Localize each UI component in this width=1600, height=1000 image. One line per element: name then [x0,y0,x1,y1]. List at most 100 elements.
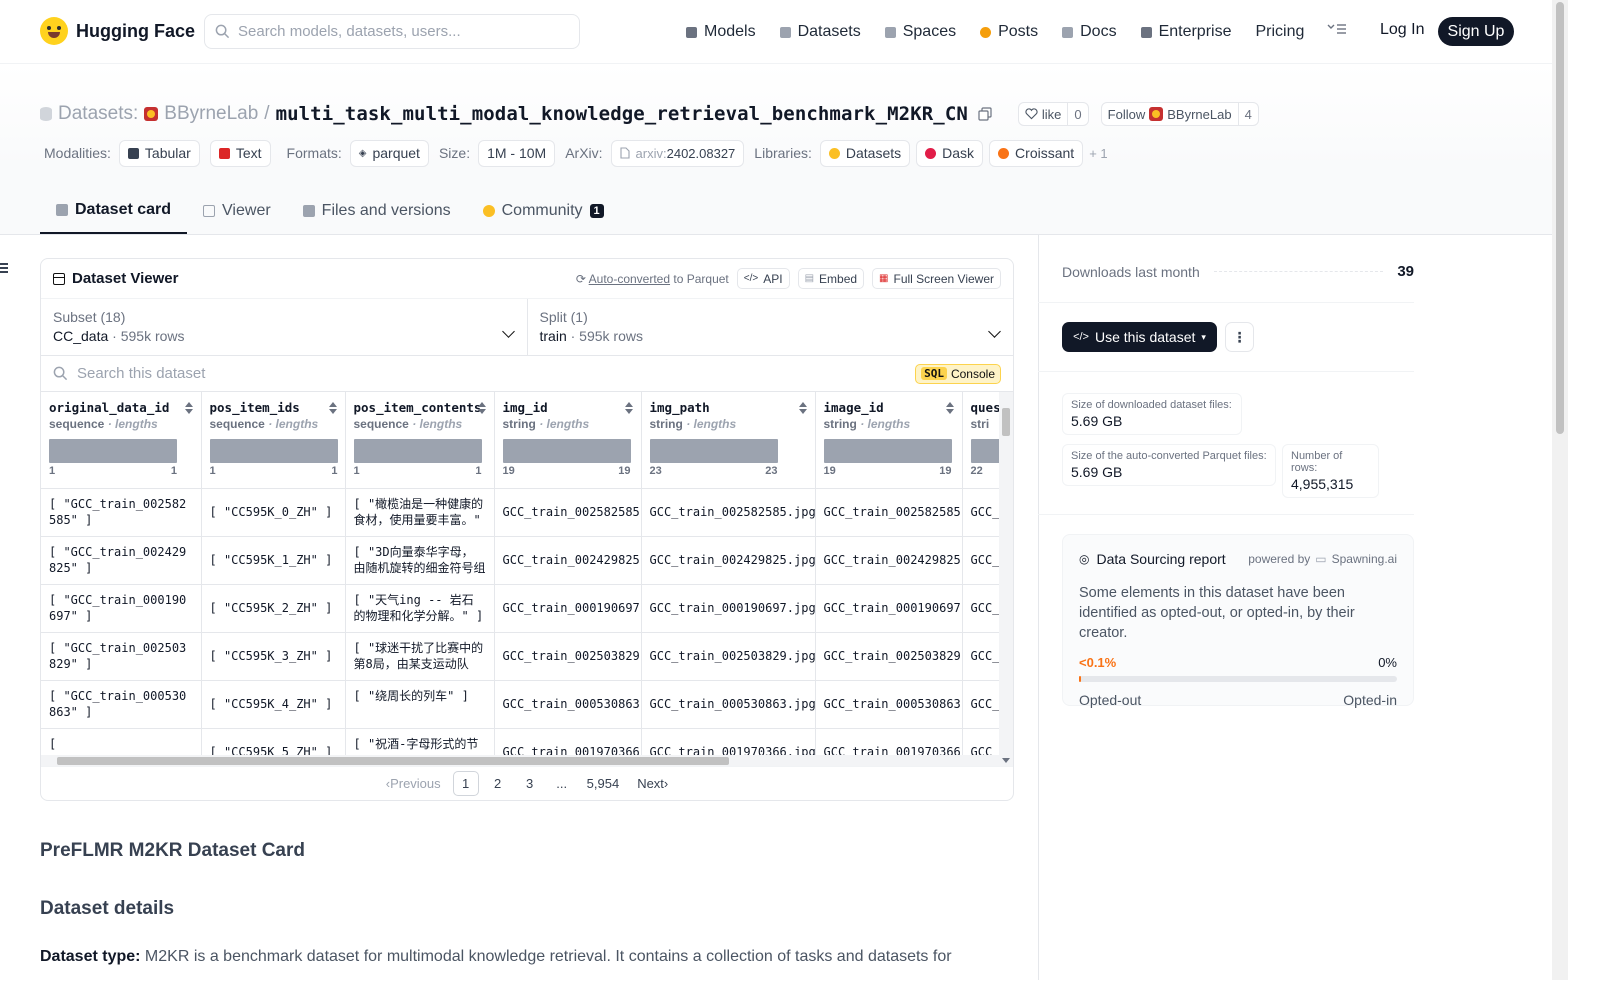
brand-logo[interactable]: Hugging Face [40,17,195,45]
table-cell[interactable]: [ "天气ing -- 岩石的物理和化学分解。" ] [345,584,495,633]
tab-viewer[interactable]: Viewer [187,188,287,234]
fullscreen-viewer-button[interactable]: ▦ Full Screen Viewer [872,268,1001,289]
table-cell[interactable]: [ "CC595K_4_ZH" ] [201,680,346,729]
table-cell[interactable]: [ "GCC_train_002503829" ] [41,632,202,681]
page-button[interactable]: 2 [485,771,511,796]
column-header-img-path[interactable]: img_path string · lengths 23 23 [641,392,816,489]
table-cell[interactable]: GCC_train_000190697 [494,584,642,633]
nav-link-docs[interactable]: Docs [1062,23,1117,41]
table-cell[interactable]: [ "CC595K_1_ZH" ] [201,536,346,585]
table-cell[interactable]: [ "绕周长的列车" ] [345,680,495,729]
use-dataset-button[interactable]: </> Use this dataset ▾ [1062,322,1217,352]
dataset-table-container[interactable]: original_data_id sequence · lengths 1 1 pos_… [41,392,1013,767]
org-link[interactable]: BByrneLab [164,103,258,125]
api-button[interactable]: </> API [736,268,790,289]
vertical-scrollbar[interactable] [999,392,1013,767]
format-chip-parquet[interactable]: ◈ parquet [349,139,429,167]
sort-icon[interactable] [184,402,193,414]
tab-files-and-versions[interactable]: Files and versions [287,188,467,234]
sort-icon[interactable] [328,402,337,414]
library-chip-dask[interactable]: Dask [916,139,984,167]
sort-icon[interactable] [624,402,633,414]
table-cell[interactable]: [ "球迷干扰了比赛中的第8局，由某支运动队在" ] [345,632,495,681]
next-page-button[interactable]: Next › [631,771,674,796]
subset-select[interactable]: Subset (18) CC_data · 595k rows [41,299,527,355]
global-search-input[interactable]: Search models, datasets, users... [204,14,580,49]
table-cell[interactable]: GCC_train_002503829 [494,632,642,681]
embed-button[interactable]: ▤ Embed [797,268,865,289]
scroll-down-icon[interactable] [1002,758,1010,763]
more-menu-icon[interactable] [1327,21,1347,37]
library-chip-croissant[interactable]: Croissant [989,139,1084,167]
modality-chip-tabular[interactable]: Tabular [118,139,200,167]
sort-icon[interactable] [477,402,486,414]
table-cell[interactable]: [ "CC595K_3_ZH" ] [201,632,346,681]
nav-link-spaces[interactable]: Spaces [884,23,956,41]
page-scroll-thumb[interactable] [1556,2,1564,434]
vertical-scroll-thumb[interactable] [1002,408,1010,436]
signup-button[interactable]: Sign Up [1438,17,1514,46]
table-cell[interactable]: GCC_train_002503829.jpg [641,632,816,681]
table-cell[interactable]: GCC_train_000190697.jpg [641,584,816,633]
page-button[interactable]: 1 [452,771,479,796]
page-button[interactable]: 3 [517,771,543,796]
sort-icon[interactable] [798,402,807,414]
column-header-img-id[interactable]: img_id string · lengths 19 19 [494,392,642,489]
table-cell[interactable]: [ "3D向量泰华字母，由随机旋转的细金符号组成" ] [345,536,495,585]
table-cell[interactable]: GCC_train_002582585.jpg [641,488,816,537]
nav-link-datasets[interactable]: Datasets [779,23,861,41]
table-cell[interactable]: GCC_train_000190697 [815,584,963,633]
follow-button[interactable]: Follow BByrneLab 4 [1100,102,1259,126]
arxiv-chip[interactable]: arxiv:2402.08327 [610,139,745,167]
table-cell[interactable]: GCC_train_000530863 [815,680,963,729]
table-cell[interactable]: GCC_train_000530863 [494,680,642,729]
table-cell[interactable]: GCC_train_000530863.jpg [641,680,816,729]
table-cell[interactable]: GCC_train_002429825 [494,536,642,585]
table-cell[interactable]: [ "GCC_train_002429825" ] [41,536,202,585]
nav-link-posts[interactable]: Posts [980,23,1038,41]
modality-chip-text[interactable]: Text [209,139,271,167]
previous-page-button[interactable]: ‹ Previous [380,771,447,796]
table-cell[interactable]: GCC_train_002429825.jpg [641,536,816,585]
table-cell[interactable]: GCC_train_002582585 [494,488,642,537]
more-options-button[interactable]: ⋮ [1225,322,1254,352]
table-cell[interactable]: GCC_train_002582585 [815,488,963,537]
table-cell[interactable]: GCC_train_002429825 [815,536,963,585]
page-button[interactable]: 5,954 [581,771,626,796]
column-header-pos-item-ids[interactable]: pos_item_ids sequence · lengths 1 1 [201,392,346,489]
table-cell[interactable]: [ "GCC_train_000530863" ] [41,680,202,729]
table-row[interactable]: [ "GCC_train_002429825" ] [ "CC595K_1_ZH"… [41,536,1013,585]
dataset-search-input[interactable]: Search this dataset SQL Console [41,356,1013,392]
table-cell[interactable]: [ "CC595K_2_ZH" ] [201,584,346,633]
table-cell[interactable]: [ "橄榄油是一种健康的食材，使用量要丰富。" ] [345,488,495,537]
column-header-original-data-id[interactable]: original_data_id sequence · lengths 1 1 [41,392,202,489]
sidebar-toggle-icon[interactable] [0,263,8,275]
sort-icon[interactable] [945,402,954,414]
powered-by[interactable]: powered by ▭ Spawning.ai [1248,552,1397,566]
table-cell[interactable]: GCC_train_002503829 [815,632,963,681]
more-libraries[interactable]: + 1 [1089,146,1107,161]
table-cell[interactable]: [ "GCC_train_002582585" ] [41,488,202,537]
like-button[interactable]: like 0 [1017,102,1089,126]
column-header-pos-item-contents[interactable]: pos_item_contents sequence · lengths 1 1 [345,392,495,489]
nav-link-pricing[interactable]: Pricing [1255,23,1304,41]
table-row[interactable]: [ "GCC_train_000190697" ] [ "CC595K_2_ZH"… [41,584,1013,633]
nav-link-enterprise[interactable]: Enterprise [1140,23,1231,41]
sql-console-button[interactable]: SQL Console [915,363,1001,384]
table-cell[interactable]: [ "CC595K_0_ZH" ] [201,488,346,537]
nav-link-models[interactable]: Models [686,23,756,41]
table-row[interactable]: [ "GCC_train_002582585" ] [ "CC595K_0_ZH"… [41,488,1013,537]
tab-dataset-card[interactable]: Dataset card [40,188,188,234]
copy-icon[interactable] [978,107,992,121]
tab-community[interactable]: Community 1 [467,188,620,234]
horizontal-scroll-thumb[interactable] [57,757,729,765]
page-scrollbar[interactable] [1552,0,1568,980]
datasets-crumb[interactable]: Datasets: [58,103,138,125]
auto-converted-link[interactable]: ⟳ Auto-converted to Parquet [576,272,729,286]
login-link[interactable]: Log In [1380,21,1424,39]
size-chip[interactable]: 1M - 10M [478,139,556,167]
library-chip-datasets[interactable]: Datasets [819,139,911,167]
table-cell[interactable]: [ "GCC_train_000190697" ] [41,584,202,633]
table-row[interactable]: [ "GCC_train_000530863" ] [ "CC595K_4_ZH"… [41,680,1013,729]
column-header-image-id[interactable]: image_id string · lengths 19 19 [815,392,963,489]
